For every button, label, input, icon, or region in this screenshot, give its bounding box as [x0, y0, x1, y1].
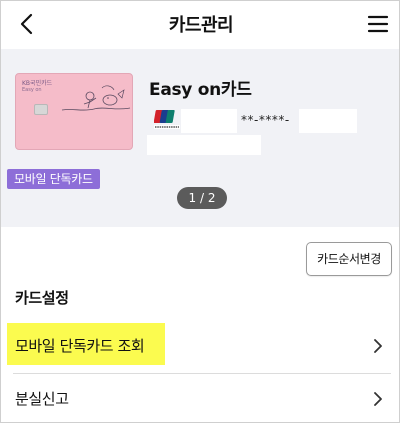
app-header: 카드관리 — [1, 1, 399, 49]
settings-item-label: 모바일 단독카드 조회 — [15, 337, 145, 355]
card-sub-text: Easy on — [22, 87, 42, 93]
card-chip — [34, 104, 48, 115]
card-brand-text: KB국민카드 — [22, 80, 53, 87]
chevron-right-icon — [374, 392, 382, 406]
settings-item-mobile-only-card-lookup[interactable]: 모바일 단독카드 조회 — [1, 321, 399, 371]
chevron-right-icon — [374, 339, 382, 353]
change-card-order-button[interactable]: 카드순서변경 — [306, 242, 392, 276]
card-management-screen: 카드관리 KB국민카드 Easy on 모바일 단독카드 Easy on카드 *… — [0, 0, 400, 423]
card-settings-title: 카드설정 — [15, 289, 69, 307]
card-illustration-icon — [61, 85, 131, 111]
unionpay-logo-icon — [154, 110, 180, 129]
masked-area — [147, 135, 261, 155]
card-name: Easy on카드 — [149, 80, 252, 100]
card-carousel[interactable]: KB국민카드 Easy on 모바일 단독카드 Easy on카드 **-***… — [1, 49, 399, 227]
mobile-only-card-badge: 모바일 단독카드 — [7, 169, 100, 189]
carousel-pager: 1 / 2 — [177, 187, 227, 209]
hamburger-menu-icon — [367, 15, 389, 33]
card-image[interactable]: KB국민카드 Easy on — [15, 73, 133, 150]
page-title: 카드관리 — [168, 15, 234, 36]
settings-item-report-lost[interactable]: 분실신고 — [1, 374, 399, 422]
card-number: **-****- — [241, 113, 290, 127]
masked-area — [299, 109, 357, 133]
menu-button[interactable] — [367, 13, 389, 35]
masked-area — [181, 109, 237, 133]
settings-item-label: 분실신고 — [15, 390, 69, 408]
